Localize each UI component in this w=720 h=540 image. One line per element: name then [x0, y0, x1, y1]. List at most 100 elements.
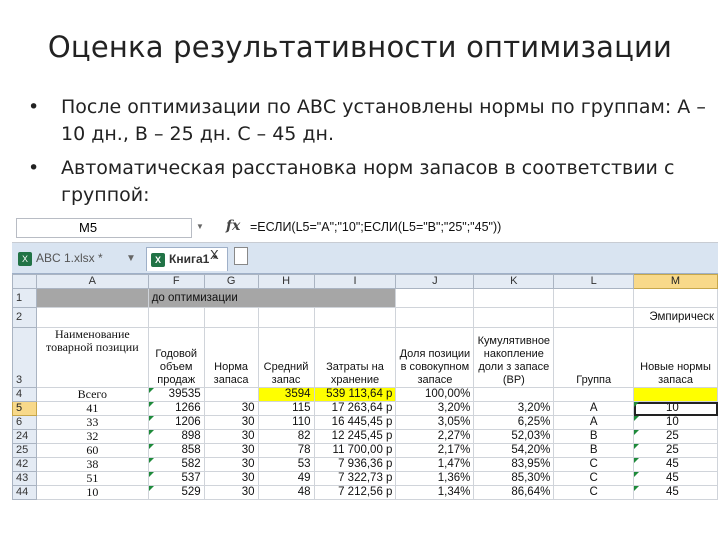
cell[interactable]: 12 245,45 р [313, 429, 397, 444]
cell[interactable] [147, 307, 205, 328]
cell[interactable]: 1266 [147, 401, 205, 416]
header-cell[interactable]: Норма запаса [203, 327, 259, 388]
cell[interactable] [473, 288, 555, 308]
cell[interactable] [633, 288, 718, 308]
merged-cell[interactable]: до оптимизации [147, 288, 397, 308]
cell[interactable]: 45 [633, 471, 718, 486]
selected-cell[interactable]: 10 [633, 401, 718, 416]
row-header[interactable]: 3 [12, 327, 37, 388]
cell[interactable]: 82 [257, 429, 315, 444]
cell[interactable] [473, 307, 555, 328]
header-cell[interactable]: Доля позиции в совокупном запасе [395, 327, 475, 388]
cell[interactable]: C [553, 457, 635, 472]
cell[interactable]: 110 [257, 415, 315, 430]
cell[interactable]: 49 [257, 471, 315, 486]
cell[interactable]: 85,30% [473, 471, 555, 486]
cell[interactable]: 3,20% [395, 401, 475, 416]
cell[interactable]: 54,20% [473, 443, 555, 458]
cell[interactable]: 45 [633, 457, 718, 472]
cell[interactable] [553, 307, 635, 328]
new-document-icon[interactable] [234, 247, 248, 265]
fx-icon[interactable]: fx [226, 218, 240, 234]
cell[interactable]: 1,47% [395, 457, 475, 472]
cell[interactable]: C [553, 471, 635, 486]
cell[interactable]: 1,36% [395, 471, 475, 486]
cell[interactable]: 582 [147, 457, 205, 472]
cell[interactable]: 86,64% [473, 485, 555, 500]
formula-input[interactable]: =ЕСЛИ(L5="A";"10";ЕСЛИ(L5="B";"25";"45")… [250, 220, 501, 234]
column-header[interactable]: J [395, 274, 475, 289]
cell[interactable] [633, 387, 718, 402]
cell[interactable]: 32 [35, 429, 149, 444]
row-header[interactable]: 42 [12, 457, 37, 472]
cell[interactable]: 30 [203, 443, 259, 458]
column-header-selected[interactable]: M [633, 274, 718, 289]
cell[interactable]: 529 [147, 485, 205, 500]
cell[interactable]: 1,34% [395, 485, 475, 500]
cell[interactable] [203, 307, 259, 328]
cell[interactable]: 25 [633, 429, 718, 444]
cell[interactable]: 2,27% [395, 429, 475, 444]
cell[interactable]: C [553, 485, 635, 500]
cell[interactable]: 539 113,64 р [313, 387, 397, 402]
name-box[interactable]: M5 [16, 218, 192, 238]
cell[interactable]: 7 322,73 р [313, 471, 397, 486]
header-cell[interactable]: Затраты на хранение [313, 327, 397, 388]
column-header[interactable]: H [257, 274, 315, 289]
row-header[interactable]: 43 [12, 471, 37, 486]
cell[interactable]: 48 [257, 485, 315, 500]
cell[interactable]: 7 212,56 р [313, 485, 397, 500]
cell[interactable]: 7 936,36 р [313, 457, 397, 472]
row-header[interactable]: 24 [12, 429, 37, 444]
cell[interactable]: 17 263,64 р [313, 401, 397, 416]
close-icon[interactable]: X [210, 247, 219, 262]
cell[interactable]: 38 [35, 457, 149, 472]
row-header[interactable]: 2 [12, 307, 37, 328]
cell[interactable]: 537 [147, 471, 205, 486]
cell[interactable]: 2,17% [395, 443, 475, 458]
cell[interactable]: 3,20% [473, 401, 555, 416]
cell[interactable] [395, 288, 475, 308]
cell[interactable] [313, 307, 397, 328]
cell[interactable] [35, 307, 149, 328]
row-header[interactable]: 1 [12, 288, 37, 308]
cell[interactable]: 898 [147, 429, 205, 444]
cell[interactable] [553, 387, 635, 402]
row-header[interactable]: 4 [12, 387, 37, 402]
cell[interactable]: B [553, 443, 635, 458]
cell[interactable]: 30 [203, 401, 259, 416]
cell[interactable] [257, 307, 315, 328]
header-cell[interactable]: Кумулятивное накопление доли з запасе (В… [473, 327, 555, 388]
cell[interactable]: 53 [257, 457, 315, 472]
cell[interactable]: A [553, 401, 635, 416]
cell[interactable]: 3,05% [395, 415, 475, 430]
cell[interactable]: A [553, 415, 635, 430]
column-header[interactable]: G [203, 274, 259, 289]
column-header[interactable]: K [473, 274, 555, 289]
cell[interactable]: 30 [203, 457, 259, 472]
row-header[interactable]: 6 [12, 415, 37, 430]
cell[interactable]: 45 [633, 485, 718, 500]
cell[interactable]: 41 [35, 401, 149, 416]
header-cell[interactable]: Группа [553, 327, 635, 388]
corner-cell[interactable] [12, 274, 37, 289]
cell[interactable]: 30 [203, 429, 259, 444]
cell[interactable]: 3594 [257, 387, 315, 402]
cell[interactable]: 30 [203, 471, 259, 486]
cell[interactable]: 100,00% [395, 387, 475, 402]
tab-abc-workbook[interactable]: X ABC 1.xlsx * [14, 247, 142, 271]
cell[interactable]: 11 700,00 р [313, 443, 397, 458]
cell[interactable]: Всего [35, 387, 149, 402]
cell[interactable]: 83,95% [473, 457, 555, 472]
column-header[interactable]: I [313, 274, 397, 289]
row-header[interactable]: 44 [12, 485, 37, 500]
row-header-selected[interactable]: 5 [12, 401, 37, 416]
cell[interactable]: 60 [35, 443, 149, 458]
cell[interactable]: B [553, 429, 635, 444]
cell[interactable] [553, 288, 635, 308]
cell[interactable]: 115 [257, 401, 315, 416]
column-header[interactable]: A [35, 274, 149, 289]
cell[interactable]: 78 [257, 443, 315, 458]
cell[interactable]: 10 [633, 415, 718, 430]
cell[interactable]: 30 [203, 485, 259, 500]
